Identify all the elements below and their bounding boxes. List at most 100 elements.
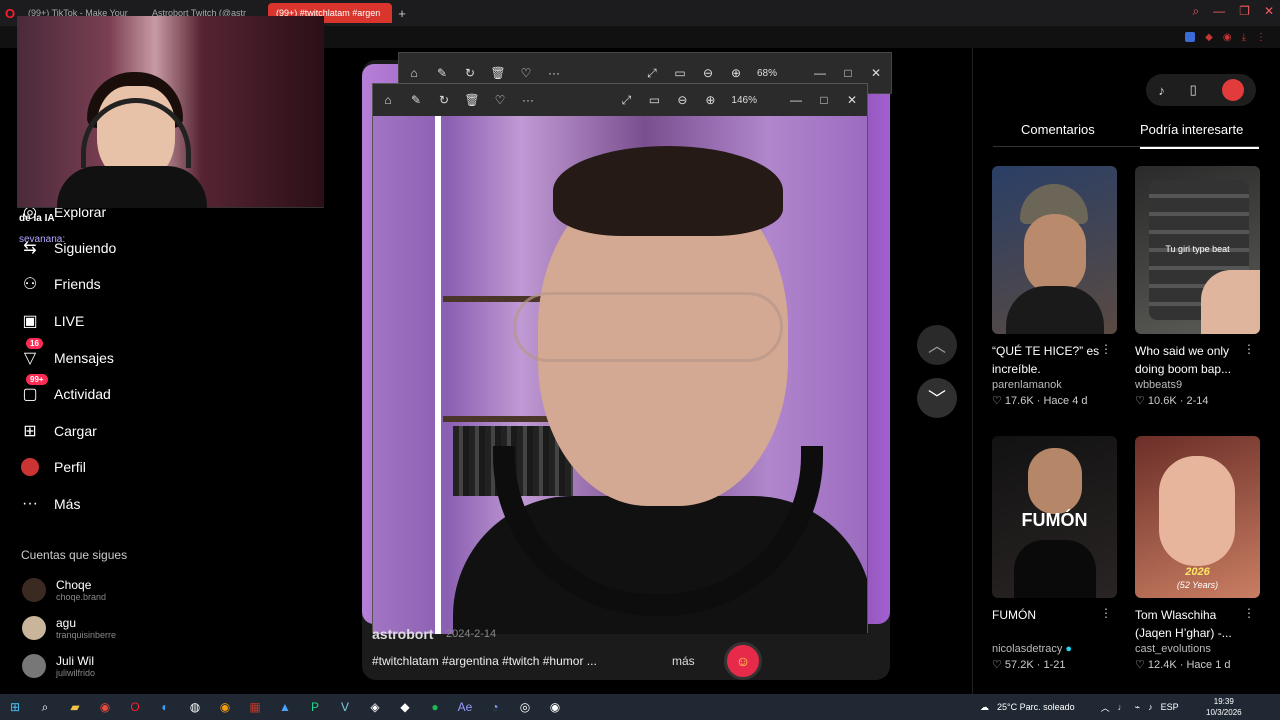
- following-account[interactable]: Choqe choqe.brand: [22, 578, 106, 602]
- close-icon[interactable]: ✕: [845, 93, 859, 107]
- discord-icon[interactable]: ◔: [480, 694, 510, 720]
- app-icon[interactable]: ◉: [210, 694, 240, 720]
- opera-icon[interactable]: O: [120, 694, 150, 720]
- tab-comentarios[interactable]: Comentarios: [1021, 122, 1095, 137]
- close-icon[interactable]: ✕: [1264, 4, 1274, 19]
- after-effects-icon[interactable]: Ae: [450, 694, 480, 720]
- extension-icon[interactable]: ◉: [1223, 32, 1232, 43]
- rotate-icon[interactable]: ↻: [437, 93, 451, 107]
- windows-start-icon[interactable]: ⊞: [0, 694, 30, 720]
- menu-icon[interactable]: ⋮: [1256, 32, 1266, 43]
- nav-mensajes[interactable]: ▽ 16 Mensajes: [20, 338, 114, 368]
- more-options-icon[interactable]: ⋮: [1243, 606, 1255, 620]
- fit-icon[interactable]: ▭: [647, 93, 661, 107]
- minimize-icon[interactable]: —: [789, 93, 803, 107]
- rotate-icon[interactable]: ↻: [463, 66, 477, 80]
- app-icon[interactable]: ▦: [240, 694, 270, 720]
- obs-icon[interactable]: ◉: [540, 694, 570, 720]
- recommended-video-card[interactable]: “QUÉ TE HICE?” es increíble. ⋮ parenlama…: [992, 166, 1118, 407]
- more-options-icon[interactable]: ···: [521, 93, 535, 107]
- steam-icon[interactable]: ◎: [510, 694, 540, 720]
- video-thumbnail[interactable]: [992, 166, 1117, 334]
- network-icon[interactable]: ⌁: [1135, 702, 1140, 713]
- nav-siguiendo[interactable]: ⇆ Siguiendo: [20, 238, 116, 258]
- tiktok-icon[interactable]: ♪: [1158, 83, 1165, 98]
- following-account[interactable]: Juli Wil juliwilfrido: [22, 654, 95, 678]
- recommended-video-card[interactable]: Tu girl type beat Who said we only doing…: [1135, 166, 1261, 407]
- pycharm-icon[interactable]: P: [300, 694, 330, 720]
- close-icon[interactable]: ✕: [869, 66, 883, 80]
- weather-text[interactable]: 25°C Parc. soleado: [997, 702, 1075, 712]
- card-author[interactable]: parenlamanok: [992, 379, 1118, 391]
- previous-video-button[interactable]: ︿: [917, 325, 957, 365]
- spotify-icon[interactable]: ●: [420, 694, 450, 720]
- nav-cargar[interactable]: ⊞ Cargar: [20, 421, 97, 441]
- language-indicator[interactable]: ESP: [1161, 702, 1179, 712]
- chrome-icon[interactable]: ◉: [90, 694, 120, 720]
- home-icon[interactable]: ⌂: [407, 66, 421, 80]
- heart-icon[interactable]: ♡: [519, 66, 533, 80]
- device-icon[interactable]: ▯: [1190, 82, 1197, 98]
- zoom-in-icon[interactable]: ⊕: [703, 93, 717, 107]
- app-icon[interactable]: ◐: [150, 694, 180, 720]
- app-icon[interactable]: ◈: [360, 694, 390, 720]
- avatar[interactable]: [1221, 79, 1244, 101]
- more-options-icon[interactable]: ⋮: [1100, 342, 1112, 356]
- minimize-icon[interactable]: —: [813, 66, 827, 80]
- nav-live[interactable]: ▣ LIVE: [20, 311, 84, 331]
- card-author[interactable]: wbbeats9: [1135, 379, 1261, 391]
- search-icon[interactable]: ⌕: [30, 694, 60, 720]
- minimize-icon[interactable]: —: [1213, 4, 1225, 19]
- edit-icon[interactable]: ✎: [409, 93, 423, 107]
- caption-more-link[interactable]: más: [672, 654, 695, 668]
- app-icon[interactable]: ◆: [390, 694, 420, 720]
- maximize-icon[interactable]: □: [841, 66, 855, 80]
- weather-icon[interactable]: ☁: [980, 702, 989, 713]
- app-icon[interactable]: ◍: [180, 694, 210, 720]
- maximize-icon[interactable]: □: [817, 93, 831, 107]
- tab-podria-interesarte[interactable]: Podría interesarte: [1140, 122, 1259, 149]
- edit-icon[interactable]: ✎: [435, 66, 449, 80]
- home-icon[interactable]: ⌂: [381, 93, 395, 107]
- recommended-video-card[interactable]: 2026 (52 Years) Tom Wlaschiha (Jaqen H’g…: [1135, 436, 1261, 671]
- next-video-button[interactable]: ﹀: [917, 378, 957, 418]
- video-thumbnail[interactable]: FUMÓN: [992, 436, 1117, 598]
- heart-icon[interactable]: ♡: [493, 93, 507, 107]
- zoom-in-icon[interactable]: ⊕: [729, 66, 743, 80]
- zoom-out-icon[interactable]: ⊖: [675, 93, 689, 107]
- nav-mas[interactable]: ··· Más: [20, 494, 80, 514]
- file-explorer-icon[interactable]: ▰: [60, 694, 90, 720]
- app-icon[interactable]: V: [330, 694, 360, 720]
- more-options-icon[interactable]: ⋮: [1100, 606, 1112, 620]
- nav-perfil[interactable]: Perfil: [20, 457, 86, 477]
- nav-friends[interactable]: ⚇ Friends: [20, 274, 101, 294]
- photos-icon[interactable]: ▲: [270, 694, 300, 720]
- tray-chevron-icon[interactable]: ︿: [1101, 701, 1110, 714]
- nav-actividad[interactable]: ▢ 99+ Actividad: [20, 374, 111, 404]
- search-icon[interactable]: ⌕: [1192, 4, 1199, 19]
- new-tab-button[interactable]: +: [392, 6, 412, 21]
- delete-icon[interactable]: 🗑: [490, 66, 505, 80]
- delete-icon[interactable]: 🗑: [464, 93, 479, 107]
- expand-icon[interactable]: ⤢: [619, 93, 633, 107]
- expand-icon[interactable]: ⤢: [645, 66, 659, 80]
- recommended-video-card[interactable]: FUMÓN FUMÓN ⋮ nicolasdetracy ● ♡ 57.2K ·…: [992, 436, 1118, 671]
- volume-icon[interactable]: ♪: [1148, 702, 1153, 712]
- download-icon[interactable]: ⤓: [1242, 32, 1246, 43]
- restore-icon[interactable]: ❐: [1239, 4, 1250, 19]
- more-options-icon[interactable]: ···: [547, 66, 561, 80]
- video-author[interactable]: astrobort: [372, 626, 433, 642]
- video-thumbnail[interactable]: 2026 (52 Years): [1135, 436, 1260, 598]
- fit-icon[interactable]: ▭: [673, 66, 687, 80]
- card-author[interactable]: cast_evolutions: [1135, 643, 1261, 655]
- taskbar-clock[interactable]: 19:39 10/3/2026: [1206, 696, 1242, 718]
- zoom-out-icon[interactable]: ⊖: [701, 66, 715, 80]
- following-account[interactable]: agu tranquisinberre: [22, 616, 116, 640]
- card-author[interactable]: nicolasdetracy ●: [992, 643, 1118, 655]
- more-options-icon[interactable]: ⋮: [1243, 342, 1255, 356]
- extension-icon[interactable]: [1185, 32, 1196, 42]
- video-thumbnail[interactable]: Tu girl type beat: [1135, 166, 1260, 334]
- extension-icon[interactable]: ◆: [1205, 32, 1213, 43]
- music-disc-icon[interactable]: ☺: [724, 642, 762, 680]
- mic-icon[interactable]: ♩: [1118, 702, 1127, 712]
